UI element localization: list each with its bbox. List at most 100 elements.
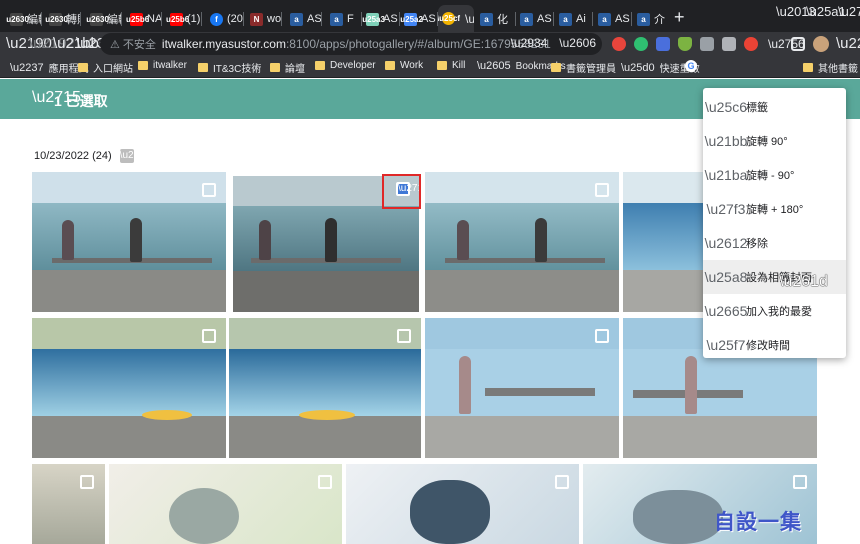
more-menu-icon[interactable]: \u22ee bbox=[836, 34, 860, 54]
browser-tab[interactable]: a Ai bbox=[555, 7, 593, 31]
folder-icon bbox=[270, 63, 280, 72]
bookmark-folder[interactable]: 入口網站 bbox=[78, 60, 133, 75]
shield-icon[interactable] bbox=[678, 37, 692, 51]
photo-select-checkbox[interactable] bbox=[397, 329, 411, 343]
photo-context-menu: \u25c6 標籤 \u21bb 旋轉 90° \u21ba 旋轉 - 90° … bbox=[703, 88, 846, 358]
photo-select-checkbox[interactable] bbox=[595, 329, 609, 343]
browser-tab[interactable]: a AS bbox=[286, 7, 322, 31]
browser-tab[interactable]: a AS bbox=[594, 7, 632, 31]
puzzle-icon[interactable]: \u2756 bbox=[768, 37, 805, 51]
photo-thumbnail[interactable] bbox=[32, 318, 226, 458]
selection-highlight-box bbox=[382, 174, 421, 209]
date-group-label: 10/23/2022 (24) bbox=[34, 150, 112, 162]
bookmark-star-icon[interactable]: \u2606 bbox=[559, 36, 596, 50]
bookmark-folder[interactable]: 論壇 bbox=[270, 60, 305, 75]
image-icon: \u25a8 bbox=[704, 269, 748, 285]
menu-item-favorite[interactable]: \u2665 加入我的最愛 bbox=[703, 294, 846, 328]
youtube-icon: \u25b6 bbox=[126, 12, 150, 26]
browser-tab[interactable]: a化 bbox=[476, 7, 516, 31]
browser-tab-strip: \u2630編輯 \u2630轉貼 \u2630編輯 \u25b6NA \u25… bbox=[0, 0, 860, 32]
close-tab-icon[interactable]: \u2715 bbox=[465, 12, 474, 26]
chrome-color-icon[interactable] bbox=[744, 37, 758, 51]
profile-avatar[interactable] bbox=[813, 36, 829, 52]
folder-icon bbox=[437, 61, 447, 70]
photo-select-checkbox[interactable] bbox=[318, 475, 332, 489]
bookmark-folder[interactable]: 書籤管理員 bbox=[551, 60, 616, 75]
select-group-checkbox[interactable]: \u2713 bbox=[119, 149, 150, 163]
photo-select-checkbox[interactable] bbox=[202, 329, 216, 343]
photo-select-checkbox[interactable] bbox=[555, 475, 569, 489]
home-icon[interactable]: \u2302 bbox=[76, 34, 122, 54]
browser-tab[interactable]: \u2630轉貼 bbox=[45, 7, 81, 31]
star-icon: \u2605 bbox=[477, 60, 511, 72]
rotate-left-icon: \u21ba bbox=[704, 167, 748, 183]
google-icon[interactable]: G bbox=[685, 60, 697, 72]
bookmark-folder[interactable]: Work bbox=[385, 60, 423, 71]
watermark-logo: 自設一集 bbox=[714, 509, 802, 534]
bookmark-folder-other[interactable]: 其他書籤 bbox=[803, 60, 858, 75]
share-icon[interactable]: \u2934 bbox=[511, 36, 548, 50]
bookmark-apps[interactable]: \u2237 應用程式 bbox=[10, 60, 89, 76]
folder-icon bbox=[803, 63, 813, 72]
translate-icon[interactable] bbox=[656, 37, 670, 51]
menu-item-edit-time[interactable]: \u25f7 修改時間 bbox=[703, 328, 846, 362]
photo-thumbnail[interactable] bbox=[425, 172, 619, 312]
new-tab-button[interactable]: + bbox=[674, 8, 685, 26]
asus-icon: a bbox=[290, 12, 303, 26]
browser-tab[interactable]: f (20 bbox=[206, 7, 244, 31]
browser-tab[interactable]: \u25b6 NA bbox=[126, 7, 162, 31]
photo-thumbnail[interactable] bbox=[109, 464, 342, 544]
not-secure-label[interactable]: ⚠ 不安全 bbox=[110, 36, 156, 52]
extension-red-icon[interactable] bbox=[612, 37, 626, 51]
browser-tab[interactable]: \u25b6 (1) bbox=[166, 7, 202, 31]
forward-icon[interactable]: \u2192 bbox=[29, 34, 75, 54]
photo-select-checkbox[interactable] bbox=[80, 475, 94, 489]
photo-thumbnail[interactable] bbox=[425, 318, 619, 458]
restart-icon: \u25d0 bbox=[621, 61, 655, 74]
asus-icon: a bbox=[598, 12, 611, 26]
bookmarks-bar: \u2237 應用程式 入口網站 itwalker IT&3C技術 論壇 Deve… bbox=[0, 56, 860, 78]
reload-icon[interactable]: \u21bb bbox=[53, 34, 99, 54]
menu-item-rotate-minus-90[interactable]: \u21ba 旋轉 - 90° bbox=[703, 158, 846, 192]
photo-select-checkbox[interactable] bbox=[202, 183, 216, 197]
browser-tab[interactable]: \u25a2 AS bbox=[400, 7, 438, 31]
browser-tab[interactable]: \u2630編輯 bbox=[6, 7, 42, 31]
browser-tab[interactable]: a介 bbox=[633, 7, 671, 31]
address-bar[interactable]: ⚠ 不安全 itwalker.myasustor.com:8100/apps/p… bbox=[100, 33, 602, 55]
browser-tab-active[interactable]: \u25cf \u2715 bbox=[438, 5, 474, 32]
tab-favicon-icon: \u2630 bbox=[86, 12, 109, 26]
bookmark-folder[interactable]: Developer bbox=[315, 60, 376, 71]
menu-item-rotate-180[interactable]: \u27f3 旋轉 + 180° bbox=[703, 192, 846, 226]
folder-icon bbox=[198, 63, 208, 72]
photo-thumbnail[interactable] bbox=[346, 464, 579, 544]
photo-thumbnail[interactable] bbox=[32, 172, 226, 312]
evernote-icon[interactable] bbox=[634, 37, 648, 51]
folder-icon bbox=[315, 61, 325, 70]
tab-favicon-icon: \u2630 bbox=[6, 12, 29, 26]
bookmark-folder[interactable]: itwalker bbox=[138, 60, 187, 71]
sidepanel-icon[interactable] bbox=[791, 37, 805, 51]
asus-icon: a bbox=[480, 12, 493, 26]
tag-icon: \u25c6 bbox=[704, 99, 748, 115]
browser-tab[interactable]: a AS bbox=[516, 7, 554, 31]
asus-icon: a bbox=[559, 12, 572, 26]
photo-select-checkbox[interactable] bbox=[793, 475, 807, 489]
menu-item-rotate-90[interactable]: \u21bb 旋轉 90° bbox=[703, 124, 846, 158]
menu-item-remove[interactable]: \u2612 移除 bbox=[703, 226, 846, 260]
tab-favicon-icon: \u25a2 bbox=[400, 12, 423, 26]
extension-gray-icon[interactable] bbox=[700, 37, 714, 51]
back-icon[interactable]: \u2190 bbox=[6, 34, 52, 54]
close-window-icon[interactable]: \u2715 bbox=[838, 4, 860, 19]
browser-tab[interactable]: aF bbox=[326, 7, 362, 31]
photo-thumbnail[interactable] bbox=[32, 464, 105, 544]
browser-tab[interactable]: Nwo bbox=[246, 7, 282, 31]
bookmark-folder[interactable]: IT&3C技術 bbox=[198, 60, 261, 75]
browser-tab[interactable]: \u2630編輯 bbox=[86, 7, 122, 31]
printer-icon[interactable] bbox=[722, 37, 736, 51]
browser-tab[interactable]: \u25a3 AS bbox=[362, 7, 400, 31]
menu-item-tag[interactable]: \u25c6 標籤 bbox=[703, 90, 846, 124]
bookmark-folder[interactable]: Kill bbox=[437, 60, 465, 71]
photo-thumbnail[interactable] bbox=[229, 318, 421, 458]
photo-select-checkbox[interactable] bbox=[595, 183, 609, 197]
folder-icon bbox=[138, 61, 148, 70]
